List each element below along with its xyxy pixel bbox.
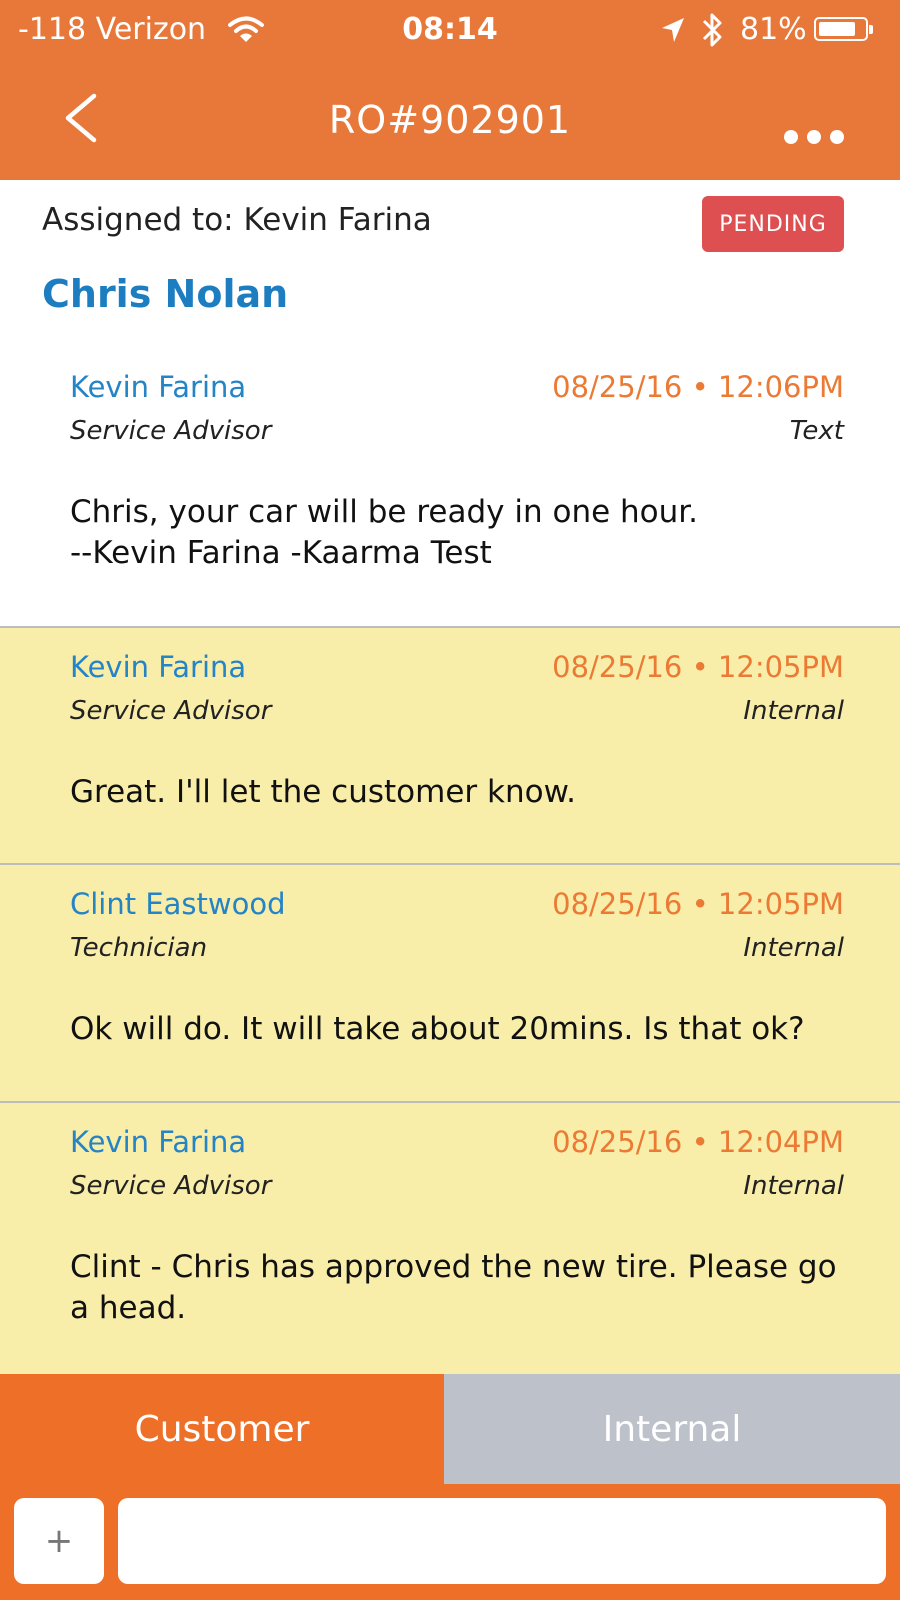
dot <box>830 130 844 144</box>
location-arrow-icon <box>662 18 684 42</box>
message-body: Clint - Chris has approved the new tire.… <box>70 1249 837 1326</box>
status-badge: PENDING <box>702 196 844 252</box>
more-dots-icon[interactable] <box>784 130 844 144</box>
message-channel: Internal <box>743 933 844 963</box>
message-sender: Kevin Farina <box>70 370 247 404</box>
message-body: Great. I'll let the customer know. <box>70 774 576 810</box>
bluetooth-icon <box>702 13 722 47</box>
message-composer: + <box>0 1484 900 1600</box>
assigned-to-label: Assigned to: Kevin Farina <box>42 202 432 238</box>
tab-customer[interactable]: Customer <box>0 1374 444 1484</box>
add-attachment-button[interactable]: + <box>14 1498 104 1584</box>
assignment-header: Assigned to: Kevin Farina PENDING Chris … <box>0 180 900 350</box>
message-input[interactable] <box>118 1498 886 1584</box>
customer-name[interactable]: Chris Nolan <box>42 272 288 316</box>
message-type-tabs: Customer Internal <box>0 1374 900 1484</box>
sender-role: Service Advisor <box>70 1171 272 1201</box>
battery-nub <box>869 25 873 34</box>
message-sender: Kevin Farina <box>70 1125 247 1159</box>
battery-icon <box>814 17 873 41</box>
message-item: Clint Eastwood 08/25/16 • 12:05PM Techni… <box>0 865 900 1103</box>
dot <box>807 130 821 144</box>
sender-role: Technician <box>70 933 208 963</box>
message-channel: Internal <box>743 1171 844 1201</box>
message-timestamp: 08/25/16 • 12:05PM <box>552 650 844 684</box>
message-channel: Internal <box>743 696 844 726</box>
message-sender: Kevin Farina <box>70 650 247 684</box>
message-item: Kevin Farina 08/25/16 • 12:06PM Service … <box>0 348 900 628</box>
message-timestamp: 08/25/16 • 12:06PM <box>552 370 844 404</box>
sender-role: Service Advisor <box>70 696 272 726</box>
message-item: Kevin Farina 08/25/16 • 12:05PM Service … <box>0 628 900 865</box>
sender-role: Service Advisor <box>70 416 272 446</box>
battery-fill <box>819 22 856 36</box>
tab-internal[interactable]: Internal <box>444 1374 900 1484</box>
nav-bar: RO#902901 <box>0 62 900 180</box>
page-title: RO#902901 <box>328 98 572 142</box>
message-item: Kevin Farina 08/25/16 • 12:04PM Service … <box>0 1103 900 1374</box>
message-channel: Text <box>789 416 844 446</box>
battery-percent: 81% <box>740 12 807 47</box>
status-bar: -118 Verizon 08:14 81% <box>0 0 900 62</box>
message-body: Chris, your car will be ready in one hou… <box>70 494 699 571</box>
message-timestamp: 08/25/16 • 12:04PM <box>552 1125 844 1159</box>
message-timestamp: 08/25/16 • 12:05PM <box>552 887 844 921</box>
message-sender: Clint Eastwood <box>70 887 286 921</box>
dot <box>784 130 798 144</box>
message-body: Ok will do. It will take about 20mins. I… <box>70 1011 805 1047</box>
